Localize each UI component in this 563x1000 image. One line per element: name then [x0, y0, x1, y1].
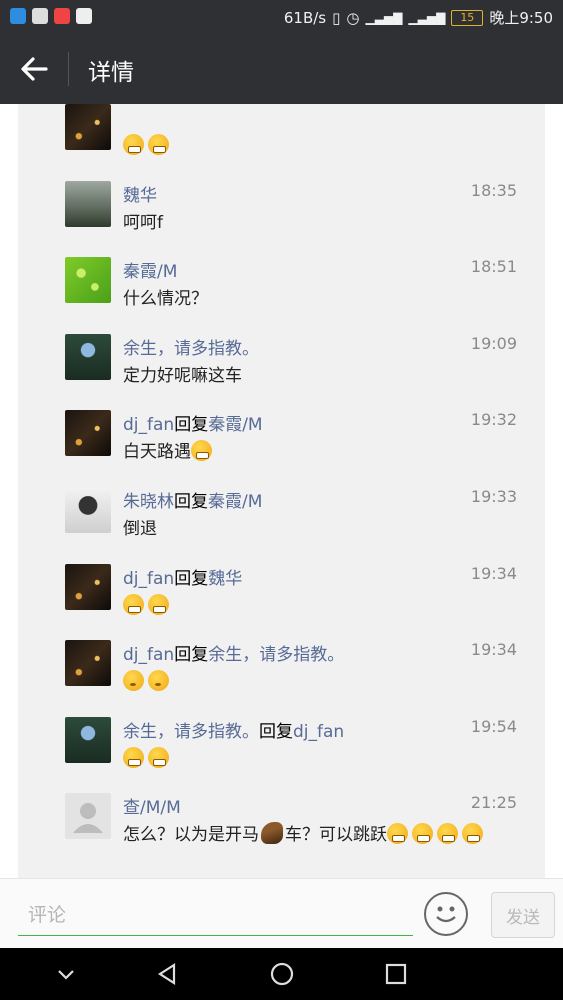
comment-item[interactable]: 秦霞/M 18:51 什么情况？: [18, 205, 545, 309]
comment-composer: 发送: [0, 878, 563, 949]
home-circle-icon[interactable]: [268, 960, 296, 988]
vibrate-icon: ▯: [332, 8, 341, 27]
alarm-icon: ◷: [346, 8, 360, 27]
reply-label: 回复: [259, 721, 293, 742]
comment-text: 怎么？以为是开马 车？可以跳跃: [123, 822, 515, 848]
comment-item[interactable]: dj_fan回复秦霞/M 19:32 白天路遇: [18, 358, 545, 462]
comment-list[interactable]: 魏华 18:35 呵呵f 秦霞/M 18:51 什么情况？ 余生，请多指教。 19:09 定力好…: [0, 104, 563, 878]
alert-icon: [32, 8, 48, 24]
reply-label: 回复: [174, 492, 208, 512]
reply-label: 回复: [174, 645, 209, 666]
comment-time: 18:35: [470, 180, 517, 200]
battery-level: 15: [460, 11, 475, 24]
comment-time: 19:33: [470, 487, 517, 506]
header-divider: [68, 52, 69, 86]
reply-label: 回复: [174, 568, 209, 589]
status-indicators: 61B/s ▯ ◷ ▁▃▅▇ ▁▃▅▇ 15 晚上9:50: [284, 7, 553, 28]
reply-target-name[interactable]: 秦霞/M: [208, 415, 262, 435]
network-speed: 61B/s: [283, 8, 327, 27]
author-name[interactable]: dj_fan: [123, 645, 174, 665]
grin-emoji-icon: [437, 823, 458, 845]
chevron-down-icon[interactable]: [52, 960, 80, 988]
emoji-button[interactable]: [424, 892, 468, 936]
comments-panel: 魏华 18:35 呵呵f 秦霞/M 18:51 什么情况？ 余生，请多指教。 19:09 定力好…: [18, 104, 545, 878]
comment-time: 19:09: [470, 333, 517, 353]
author-name[interactable]: 余生，请多指教。: [123, 339, 259, 359]
comment-author-line: dj_fan回复魏华: [123, 564, 242, 589]
app-header: 详情: [0, 34, 563, 104]
avatar[interactable]: [65, 793, 111, 840]
reply-target-name[interactable]: 魏华: [208, 569, 242, 589]
comment-time: 19:54: [470, 716, 517, 736]
reply-target-name[interactable]: dj_fan: [293, 722, 344, 742]
comment-item[interactable]: 魏华 18:35 呵呵f: [18, 129, 545, 233]
comment-item[interactable]: 余生，请多指教。回复dj_fan 19:54: [18, 665, 545, 768]
comment-author-line: dj_fan回复余生，请多指教。: [123, 640, 344, 665]
sina-icon: [76, 8, 92, 24]
comment-author-line: 秦霞/M: [123, 257, 177, 282]
author-name[interactable]: 朱晓林: [123, 492, 174, 512]
battery-icon: 15: [451, 9, 484, 26]
notification-icons: [10, 8, 92, 24]
author-name[interactable]: dj_fan: [123, 415, 174, 435]
send-button[interactable]: 发送: [491, 892, 555, 938]
grin-emoji-icon: [462, 823, 483, 845]
comment-item[interactable]: 余生，请多指教。 19:09 定力好呢嘛这车: [18, 282, 545, 386]
comment-time: 21:25: [470, 793, 517, 813]
comment-text-part: 车？可以跳跃: [285, 825, 387, 846]
author-name[interactable]: 余生，请多指教。: [123, 722, 259, 742]
smiley-icon: [436, 906, 456, 923]
comment-author-line: 魏华: [123, 181, 157, 206]
comment-author-line: dj_fan回复秦霞/M: [123, 410, 263, 435]
clock: 晚上9:50: [489, 9, 553, 27]
author-name[interactable]: 查/M/M: [123, 798, 181, 818]
comment-time: 18:51: [470, 257, 517, 277]
comment-item[interactable]: dj_fan回复魏华 19:34: [18, 512, 545, 615]
system-nav-bar: [0, 948, 563, 1000]
comment-author-line: 余生，请多指教。: [123, 334, 259, 359]
comment-time: 19:32: [470, 410, 517, 430]
comment-item[interactable]: 查/M/M 21:25 怎么？以为是开马 车？可以跳跃: [18, 741, 545, 845]
author-name[interactable]: 魏华: [123, 186, 157, 206]
3g-signal-icon: ▁▃▅▇: [408, 10, 446, 25]
comment-text-part: 怎么？以为是开马: [123, 825, 259, 846]
status-bar: 61B/s ▯ ◷ ▁▃▅▇ ▁▃▅▇ 15 晚上9:50: [0, 0, 563, 34]
grin-emoji-icon: [387, 823, 408, 845]
reply-target-name[interactable]: 余生，请多指教。: [208, 645, 344, 665]
comment-time: 19:34: [470, 563, 517, 583]
4g-signal-icon: ▁▃▅▇: [365, 10, 403, 25]
reply-label: 回复: [174, 415, 209, 436]
author-name[interactable]: dj_fan: [123, 569, 174, 589]
comment-time: 19:34: [470, 640, 517, 660]
notification-icon: [10, 8, 26, 24]
comment-author-line: 朱晓林回复秦霞/M: [123, 487, 262, 512]
mail-icon: [54, 8, 70, 24]
back-arrow-icon[interactable]: [18, 53, 50, 85]
comment-item[interactable]: 朱晓林回复秦霞/M 19:33 倒退: [18, 435, 545, 539]
comment-item[interactable]: [18, 104, 545, 155]
page-title: 详情: [88, 60, 134, 86]
comment-author-line: 查/M/M: [123, 793, 181, 818]
comment-item[interactable]: dj_fan回复余生，请多指教。 19:34: [18, 588, 545, 692]
reply-target-name[interactable]: 秦霞/M: [208, 492, 262, 512]
comment-input[interactable]: [18, 895, 413, 935]
author-name[interactable]: 秦霞/M: [123, 262, 177, 282]
back-triangle-icon[interactable]: [153, 960, 181, 988]
comment-input-wrap: [18, 895, 413, 936]
grin-emoji-icon: [412, 823, 433, 845]
recents-square-icon[interactable]: [382, 960, 410, 988]
comment-author-line: 余生，请多指教。回复dj_fan: [123, 717, 344, 742]
horse-emoji-icon: [261, 822, 283, 845]
